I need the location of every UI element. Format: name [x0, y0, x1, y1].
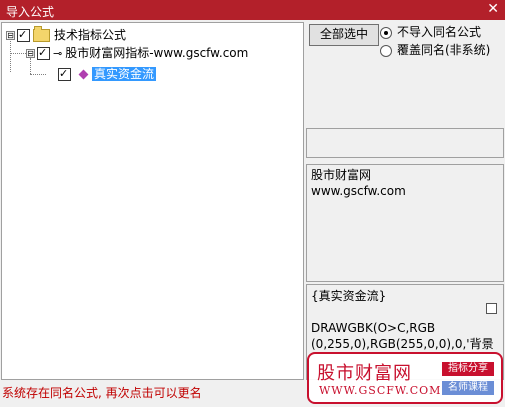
- status-message: 系统存在同名公式, 再次点击可以更名: [2, 386, 202, 400]
- leaf-checkbox[interactable]: [58, 66, 71, 82]
- collapse-root-icon[interactable]: ⊟: [6, 31, 15, 40]
- watermark-tag: 名师课程: [442, 381, 494, 395]
- preview-checkbox[interactable]: [486, 303, 497, 314]
- tree-line: [30, 58, 31, 74]
- formula-line: DRAWGBK(O>C,RGB: [311, 321, 436, 335]
- formula-icon: [78, 69, 89, 80]
- watermark-logo: 股市财富网 WWW.GSCFW.COM 指标分享 名师课程: [307, 352, 503, 404]
- radio-label: 覆盖同名(非系统): [397, 43, 491, 57]
- tree-node-child[interactable]: ⊸股市财富网指标-www.gscfw.com: [37, 45, 248, 61]
- watermark-brand: 股市财富网: [317, 363, 412, 384]
- select-all-button[interactable]: 全部选中: [309, 24, 379, 46]
- root-checkbox[interactable]: [17, 27, 30, 43]
- tree-line: [30, 74, 46, 75]
- collapse-child-icon[interactable]: ⊟: [26, 49, 35, 58]
- description-panel: 股市财富网 www.gscfw.com: [306, 164, 504, 282]
- tree-node-label: 股市财富网指标-www.gscfw.com: [65, 46, 249, 60]
- tree-node-label: 真实资金流: [92, 67, 157, 81]
- formula-tree[interactable]: ⊟ 技术指标公式 ⊟ ⊸股市财富网指标-www.gscfw.com 真实资金流: [1, 22, 304, 380]
- key-icon: ⊸: [53, 46, 63, 60]
- radio-label: 不导入同名公式: [397, 25, 482, 39]
- tree-node-label: 技术指标公式: [54, 28, 127, 42]
- description-line: www.gscfw.com: [311, 184, 406, 198]
- watermark-tag: 指标分享: [442, 362, 494, 376]
- radio-overwrite-duplicates[interactable]: 覆盖同名(非系统): [380, 42, 490, 58]
- close-icon[interactable]: ✕: [487, 1, 499, 17]
- tree-line: [10, 36, 11, 72]
- formula-line: (0,255,0),RGB(255,0,0),0,'背景: [311, 337, 494, 351]
- radio-skip-duplicates[interactable]: 不导入同名公式: [380, 24, 481, 40]
- radio-icon: [380, 26, 392, 39]
- tree-node-root[interactable]: 技术指标公式: [17, 26, 127, 43]
- tree-node-leaf[interactable]: 真实资金流: [58, 66, 157, 82]
- name-field[interactable]: [306, 128, 504, 158]
- formula-header: {真实资金流}: [311, 289, 387, 303]
- folder-icon: [33, 26, 50, 42]
- child-checkbox[interactable]: [37, 45, 50, 61]
- radio-icon: [380, 44, 392, 57]
- description-line: 股市财富网: [311, 168, 372, 182]
- title-bar: 导入公式 ✕: [0, 0, 505, 20]
- watermark-url: WWW.GSCFW.COM: [319, 384, 442, 397]
- window-title: 导入公式: [6, 5, 55, 19]
